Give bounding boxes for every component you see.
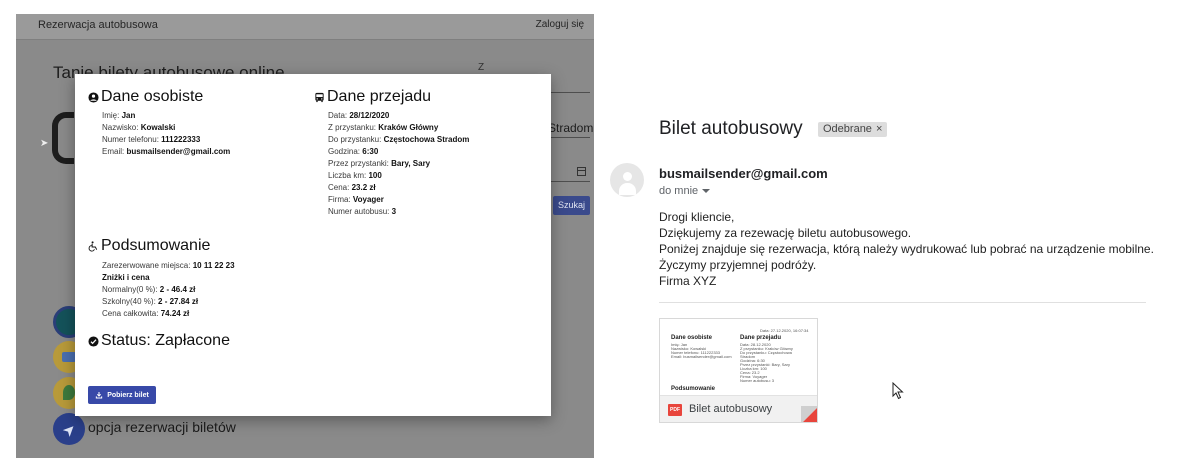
download-ticket-button[interactable]: Pobierz bilet	[88, 386, 156, 404]
email-body-line: Firma XYZ	[659, 274, 717, 288]
email-body-line: Życzymy przyjemnej podróży.	[659, 258, 817, 272]
trip-field-bus-number: Numer autobusu: 3	[328, 207, 397, 216]
status-heading: Status: Zapłacone	[88, 332, 230, 350]
email-body: Drogi kliencie, Dziękujemy za rezewację …	[659, 209, 1154, 289]
pdf-attachment[interactable]: Data: 27.12.2020, 16:07:34 Dane osobiste…	[659, 318, 818, 423]
preview-timestamp: Data: 27.12.2020, 16:07:34	[760, 328, 809, 333]
preview-trip-line: Numer autobusu: 3	[740, 378, 775, 383]
page-fold-corner	[801, 406, 817, 422]
attachment-name: Bilet autobusowy	[689, 403, 773, 415]
mouse-pointer-icon	[892, 382, 904, 400]
pdf-icon: PDF	[668, 404, 682, 416]
discount-heading: Zniżki i cena	[102, 273, 150, 282]
trip-field-date: Data: 28/12/2020	[328, 111, 390, 120]
personal-field-email: Email: busmailsender@gmail.com	[102, 147, 231, 156]
preview-summary-title: Podsumowanie	[671, 386, 716, 392]
personal-data-list: Imię: Jan Nazwisko: Kowalski Numer telef…	[102, 110, 230, 158]
personal-field-phone: Numer telefonu: 111222333	[102, 135, 201, 144]
check-circle-icon	[88, 335, 99, 347]
login-link[interactable]: Zaloguj się	[536, 19, 584, 30]
summary-normal: Normalny(0 %): 2 - 46.4 zł	[102, 285, 196, 294]
remove-label-icon[interactable]: ×	[876, 122, 882, 137]
app-bar: Rezerwacja autobusowa Zaloguj się	[16, 14, 594, 40]
preview-personal-title: Dane osobiste	[671, 335, 713, 341]
recipient-text: do mnie	[659, 185, 699, 197]
accessible-icon	[88, 240, 98, 251]
preview-personal-line: Email: busmailsender@gmail.com	[671, 354, 732, 359]
sender-avatar	[610, 163, 644, 197]
trip-field-to: Do przystanku: Częstochowa Stradom	[328, 135, 470, 144]
email-subject: Bilet autobusowy	[659, 118, 803, 139]
attachments-divider	[659, 302, 1146, 303]
personal-field-first-name: Imię: Jan	[102, 111, 136, 120]
inbox-label-text: Odebrane	[823, 123, 872, 135]
attachment-bar: PDF Bilet autobusowy	[660, 395, 817, 422]
trip-field-via: Przez przystanki: Bary, Sary	[328, 159, 431, 168]
email-body-line: Poniżej znajduje się rezerwacja, którą n…	[659, 242, 1154, 256]
trip-field-from: Z przystanku: Kraków Główny	[328, 123, 439, 132]
app-title: Rezerwacja autobusowa	[38, 19, 158, 31]
trip-field-company: Firma: Voyager	[328, 195, 384, 204]
download-ticket-label: Pobierz bilet	[107, 391, 149, 399]
trip-field-time: Godzina: 6:30	[328, 147, 379, 156]
from-field-label: Z	[478, 62, 485, 73]
personal-data-heading: Dane osobiste	[88, 88, 203, 106]
trip-data-title: Dane przejadu	[327, 88, 432, 105]
status-text: Status: Zapłacone	[101, 332, 230, 349]
inbox-label-chip[interactable]: Odebrane ×	[818, 122, 888, 137]
cursor-feature-icon: ➤	[53, 413, 85, 445]
calendar-icon[interactable]	[577, 167, 586, 176]
mouse-pointer-icon: ➤	[40, 138, 49, 149]
summary-total: Cena całkowita: 74.24 zł	[102, 309, 190, 318]
to-field-value[interactable]: Stradom	[548, 121, 593, 135]
email-body-line: Drogi kliencie,	[659, 210, 735, 224]
summary-seats: Zarezerwowane miejsca: 10 11 22 23	[102, 261, 235, 270]
summary-student: Szkolny(40 %): 2 - 27.84 zł	[102, 297, 199, 306]
summary-title: Podsumowanie	[101, 237, 211, 254]
personal-field-last-name: Nazwisko: Kowalski	[102, 123, 176, 132]
bus-icon	[315, 92, 324, 102]
summary-heading: Podsumowanie	[88, 237, 210, 255]
feature-text: opcja rezerwacji biletów	[88, 419, 236, 435]
person-icon-body	[619, 183, 636, 195]
booking-app-screenshot: Rezerwacja autobusowa Zaloguj się Tanie …	[16, 14, 594, 458]
chevron-down-icon[interactable]	[702, 189, 711, 193]
person-icon	[623, 172, 632, 181]
recipient-details[interactable]: do mnie	[659, 185, 711, 197]
account-circle-icon	[88, 91, 99, 103]
preview-trip-title: Dane przejadu	[740, 335, 782, 341]
attachment-preview: Data: 27.12.2020, 16:07:34 Dane osobiste…	[660, 319, 817, 395]
sender-email: busmailsender@gmail.com	[659, 166, 828, 181]
search-button[interactable]: Szukaj	[553, 196, 590, 215]
trip-field-km: Liczba km: 100	[328, 171, 382, 180]
reservation-modal: Dane osobiste Imię: Jan Nazwisko: Kowals…	[75, 74, 551, 416]
download-icon	[96, 392, 103, 399]
trip-data-heading: Dane przejadu	[314, 88, 431, 106]
email-body-line: Dziękujemy za rezewację biletu autobusow…	[659, 226, 912, 240]
trip-data-list: Data: 28/12/2020 Z przystanku: Kraków Gł…	[328, 110, 469, 218]
personal-data-title: Dane osobiste	[101, 88, 204, 105]
summary-list: Zarezerwowane miejsca: 10 11 22 23 Zniżk…	[102, 260, 235, 320]
bus-illustration	[52, 112, 74, 164]
trip-field-price: Cena: 23.2 zł	[328, 183, 376, 192]
